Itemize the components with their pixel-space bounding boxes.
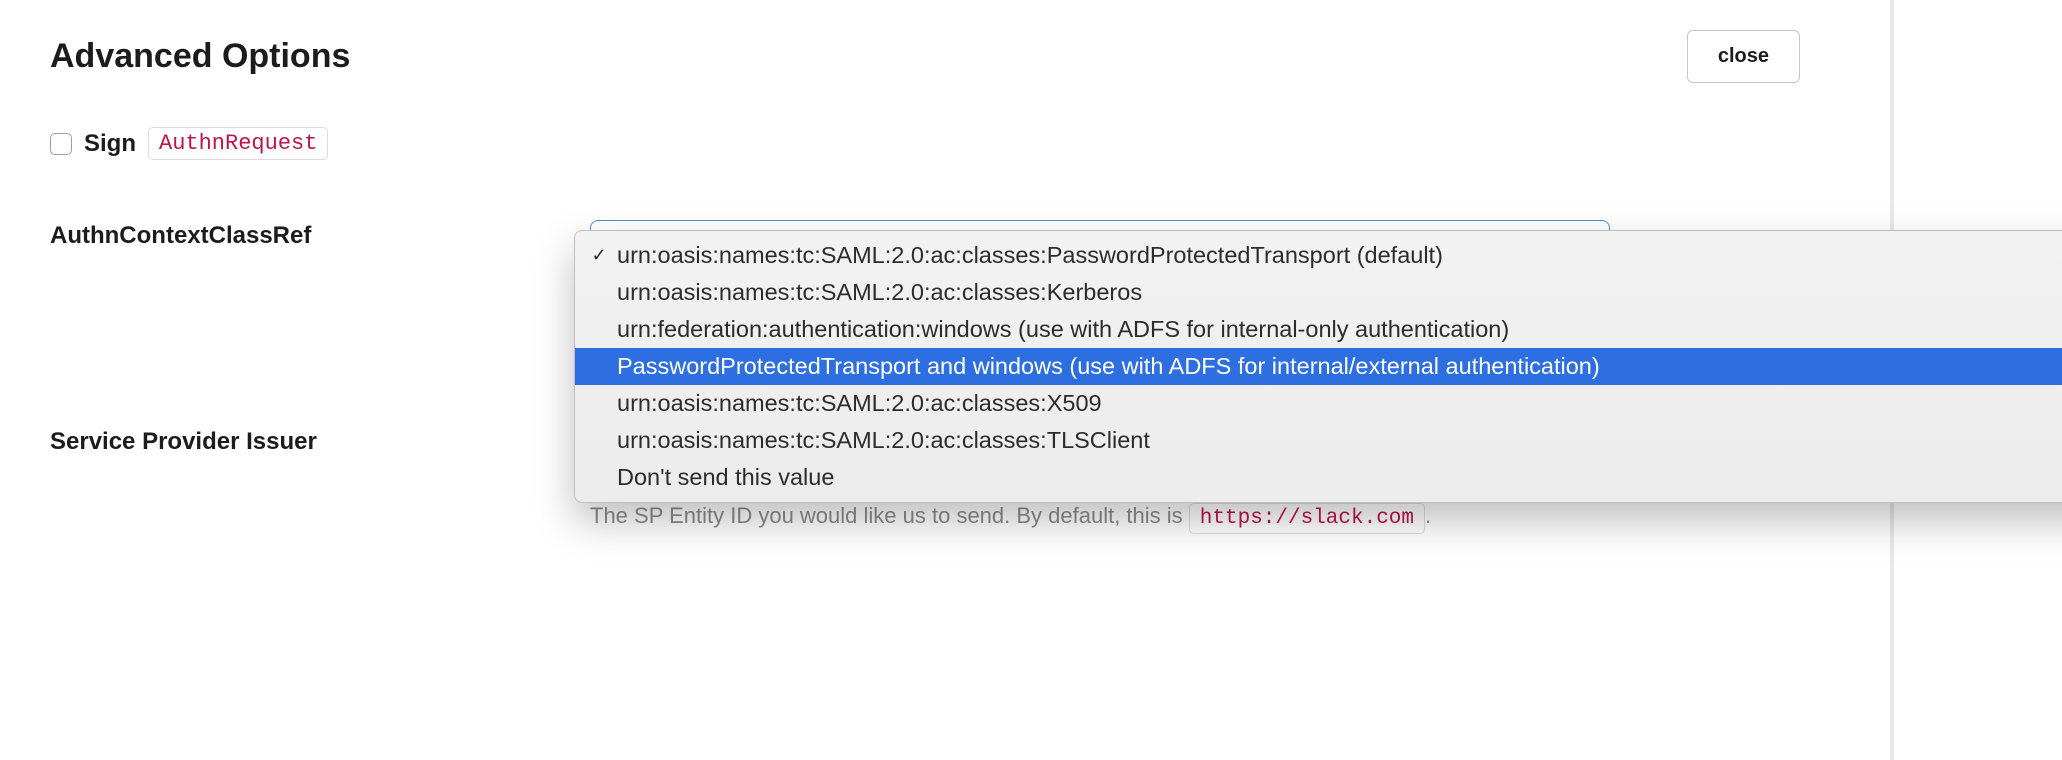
authn-option-label: urn:oasis:names:tc:SAML:2.0:ac:classes:T… [617, 424, 1150, 457]
sp-issuer-help-suffix: . [1425, 503, 1431, 528]
authn-option-label: PasswordProtectedTransport and windows (… [617, 350, 1600, 383]
authnrequest-pill: AuthnRequest [148, 127, 328, 160]
authn-option[interactable]: urn:oasis:names:tc:SAML:2.0:ac:classes:T… [575, 422, 2062, 459]
authn-option[interactable]: Don't send this value [575, 459, 2062, 496]
authn-option[interactable]: PasswordProtectedTransport and windows (… [575, 348, 2062, 385]
section-heading: Advanced Options [50, 37, 350, 76]
authn-option-label: urn:oasis:names:tc:SAML:2.0:ac:classes:P… [617, 239, 1443, 272]
authn-option[interactable]: urn:oasis:names:tc:SAML:2.0:ac:classes:X… [575, 385, 2062, 422]
sign-label: Sign [84, 130, 136, 158]
authn-option[interactable]: urn:federation:authentication:windows (u… [575, 311, 2062, 348]
authn-option-label: urn:oasis:names:tc:SAML:2.0:ac:classes:K… [617, 276, 1142, 309]
authncontextclassref-label: AuthnContextClassRef [50, 222, 311, 250]
checkmark-icon: ✓ [589, 239, 609, 272]
authncontextclassref-dropdown[interactable]: ✓urn:oasis:names:tc:SAML:2.0:ac:classes:… [574, 230, 2062, 503]
sign-authnrequest-checkbox[interactable] [50, 133, 72, 155]
authn-option[interactable]: urn:oasis:names:tc:SAML:2.0:ac:classes:K… [575, 274, 2062, 311]
authn-option-label: urn:federation:authentication:windows (u… [617, 313, 1509, 346]
authn-option-label: Don't send this value [617, 461, 834, 494]
service-provider-issuer-label: Service Provider Issuer [50, 428, 317, 456]
sp-issuer-help-text: The SP Entity ID you would like us to se… [590, 503, 1189, 528]
authn-option[interactable]: ✓urn:oasis:names:tc:SAML:2.0:ac:classes:… [575, 237, 2062, 274]
authn-option-label: urn:oasis:names:tc:SAML:2.0:ac:classes:X… [617, 387, 1102, 420]
sp-issuer-default-code: https://slack.com [1189, 503, 1425, 534]
close-button[interactable]: close [1687, 30, 1800, 83]
